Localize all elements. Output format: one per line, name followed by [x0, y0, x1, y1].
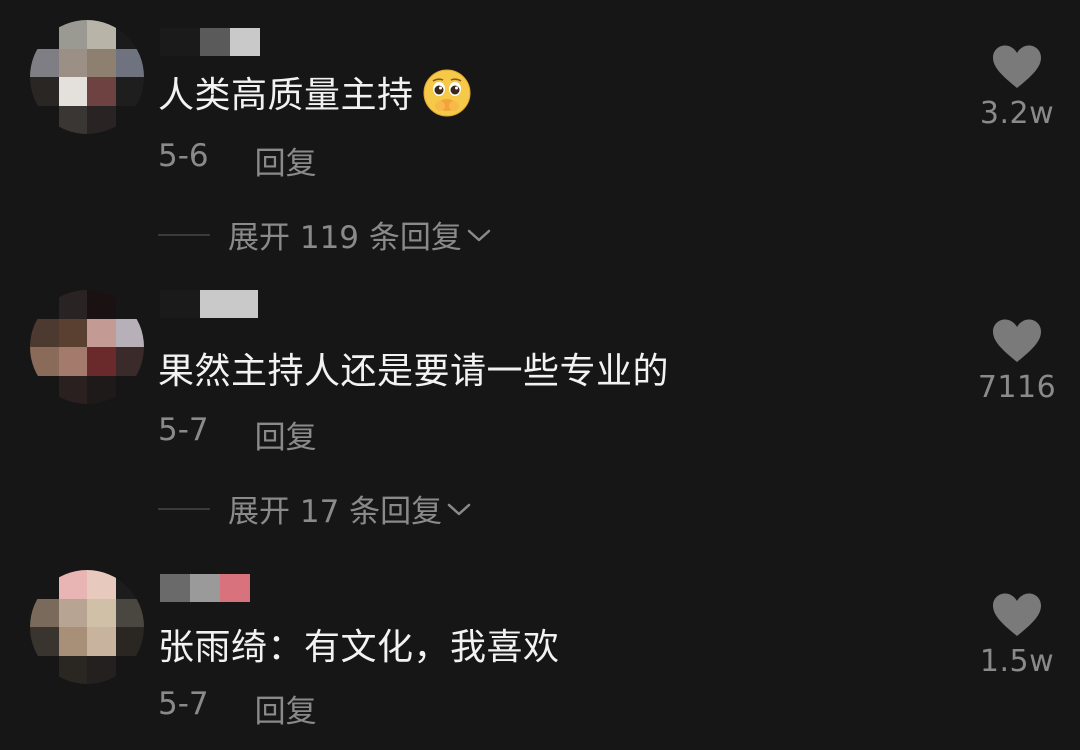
comment-text-content: 果然主持人还是要请一些专业的 [158, 351, 670, 392]
username-blurred[interactable] [160, 28, 260, 56]
comment-text: 果然主持人还是要请一些专业的 [158, 350, 669, 394]
expand-replies-label: 展开 119 条回复 [228, 220, 462, 256]
comment-meta: 5-6 回复 [158, 138, 317, 183]
divider-line [158, 507, 210, 510]
like-button[interactable]: 1.5w [976, 592, 1058, 679]
expand-replies-button[interactable]: 展开 17 条回复 [158, 486, 474, 531]
heart-icon[interactable] [991, 44, 1043, 90]
comment-meta: 5-7 回复 [158, 412, 317, 457]
username-blurred[interactable] [160, 574, 250, 602]
avatar[interactable] [30, 20, 144, 134]
like-count: 3.2w [979, 96, 1055, 131]
reply-button[interactable]: 回复 [255, 686, 317, 731]
comment-date: 5-7 [158, 686, 209, 722]
comment-item: 果然主持人还是要请一些专业的 5-7 回复 展开 17 条回复 7116 [0, 280, 1080, 560]
comment-date: 5-7 [158, 412, 209, 448]
reply-button[interactable]: 回复 [255, 412, 317, 457]
avatar[interactable] [30, 570, 144, 684]
comment-date: 5-6 [158, 138, 209, 174]
like-count: 1.5w [979, 644, 1055, 679]
pleading-face-emoji-icon [423, 69, 471, 117]
comment-list: 人类高质量主持 5-6 回复 展开 119 条回复 3.2w 果然主持人还是要请… [0, 0, 1080, 750]
comment-item: 人类高质量主持 5-6 回复 展开 119 条回复 3.2w [0, 0, 1080, 280]
like-button[interactable]: 7116 [976, 318, 1058, 405]
heart-icon[interactable] [991, 318, 1043, 364]
like-count: 7116 [977, 370, 1057, 405]
expand-replies-button[interactable]: 展开 119 条回复 [158, 212, 494, 257]
username-blurred[interactable] [160, 290, 258, 318]
expand-replies-label: 展开 17 条回复 [228, 494, 443, 530]
avatar[interactable] [30, 290, 144, 404]
comment-text: 张雨绮：有文化，我喜欢 [158, 626, 560, 670]
chevron-down-icon [447, 503, 471, 515]
comment-meta: 5-7 回复 [158, 686, 317, 731]
divider-line [158, 233, 210, 236]
like-button[interactable]: 3.2w [976, 44, 1058, 131]
comment-item: 张雨绮：有文化，我喜欢 5-7 回复 1.5w [0, 560, 1080, 750]
heart-icon[interactable] [991, 592, 1043, 638]
comment-text: 人类高质量主持 [158, 69, 472, 122]
reply-button[interactable]: 回复 [255, 138, 317, 183]
chevron-down-icon [467, 229, 491, 241]
comment-text-content: 张雨绮：有文化，我喜欢 [158, 627, 560, 668]
comment-text-content: 人类高质量主持 [158, 75, 414, 116]
